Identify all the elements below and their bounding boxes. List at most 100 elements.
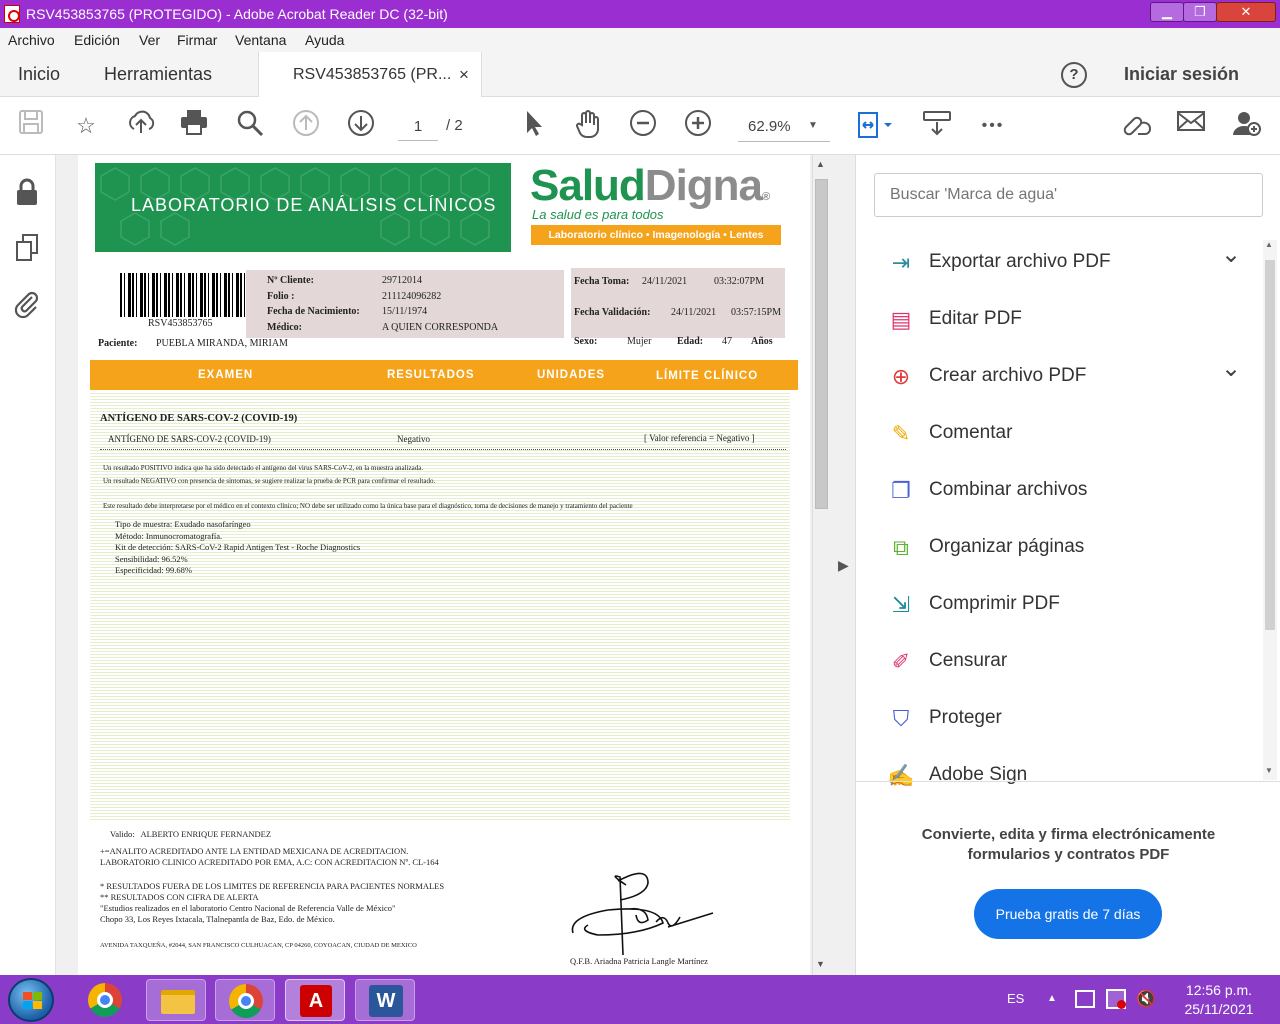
chevron-down-icon[interactable]: ⌄: [1221, 354, 1241, 383]
attachment-icon[interactable]: [14, 289, 40, 324]
collapse-right-panel-icon[interactable]: ▶: [838, 557, 849, 574]
tool-comment[interactable]: ✎ Comentar: [886, 409, 1246, 459]
tab-close-icon[interactable]: ×: [459, 52, 469, 97]
menu-edicion[interactable]: Edición: [74, 32, 120, 48]
tab-document[interactable]: RSV453853765 (PR... ×: [258, 52, 482, 98]
scroll-thumb[interactable]: [1265, 260, 1275, 630]
menu-ver[interactable]: Ver: [139, 32, 160, 48]
tools-pane: ⇥ Exportar archivo PDF ⌄ ▤ Editar PDF ⊕ Crear …: [855, 155, 1280, 975]
hora-validacion-value: 03:57:15PM: [731, 307, 782, 318]
taskbar-acrobat[interactable]: A: [285, 979, 345, 1021]
hand-tool-icon[interactable]: [571, 109, 605, 143]
comment-icon: ✎: [891, 421, 911, 446]
taskbar-chrome-2[interactable]: [215, 979, 275, 1021]
scroll-up-icon[interactable]: ▲: [1265, 240, 1273, 249]
tool-label: Proteger: [929, 707, 1002, 728]
bookmark-star-icon[interactable]: ☆: [69, 109, 103, 143]
tools-scrollbar[interactable]: ▲ ▼: [1263, 240, 1277, 780]
share-link-icon[interactable]: [1119, 109, 1153, 143]
barcode-number: RSV453853765: [148, 318, 213, 329]
document-scrollbar[interactable]: ▲ ▼: [812, 155, 830, 975]
tool-label: Exportar archivo PDF: [929, 251, 1111, 272]
fecha-toma-label: Fecha Toma:: [574, 276, 630, 287]
prev-page-icon[interactable]: [289, 109, 323, 143]
free-trial-button[interactable]: Prueba gratis de 7 días: [974, 889, 1162, 939]
tool-protect[interactable]: ⛉ Proteger: [886, 694, 1246, 744]
acrobat-app-icon: [4, 5, 20, 23]
taskbar-chrome[interactable]: [76, 979, 136, 1021]
tab-inicio[interactable]: Inicio: [18, 52, 60, 97]
start-button[interactable]: [8, 978, 54, 1022]
window-title: RSV453853765 (PROTEGIDO) - Adobe Acrobat…: [26, 6, 448, 22]
scroll-down-icon[interactable]: ▼: [816, 959, 825, 969]
tool-export-pdf[interactable]: ⇥ Exportar archivo PDF ⌄: [886, 238, 1246, 288]
menu-archivo[interactable]: Archivo: [8, 32, 55, 48]
patient-labels: Nº Cliente: Folio : Fecha de Nacimiento: Mé…: [267, 275, 360, 333]
menu-ventana[interactable]: Ventana: [235, 32, 286, 48]
tab-herramientas[interactable]: Herramientas: [104, 52, 212, 97]
zoom-out-icon[interactable]: [626, 109, 660, 143]
results-area: [90, 391, 790, 821]
pdf-page[interactable]: LABORATORIO DE ANÁLISIS CLÍNICOS SaludDi…: [78, 155, 810, 975]
menu-firmar[interactable]: Firmar: [177, 32, 217, 48]
lock-icon[interactable]: [14, 177, 40, 212]
tool-label: Comprimir PDF: [929, 593, 1060, 614]
tab-document-label: RSV453853765 (PR...: [293, 66, 452, 83]
email-icon[interactable]: [1174, 109, 1208, 143]
taskbar-word[interactable]: W: [355, 979, 415, 1021]
zoom-select[interactable]: 62.9% ▼: [738, 112, 830, 142]
search-icon[interactable]: [233, 109, 267, 143]
lab-address: AVENIDA TAXQUEÑA, #2044, SAN FRANCISCO C…: [100, 942, 417, 949]
signer-name: Q.F.B. Ariadna Patricia Langle Martínez: [570, 956, 708, 966]
save-icon[interactable]: [14, 109, 48, 143]
pages-thumbnail-icon[interactable]: [14, 233, 40, 268]
chevron-down-icon[interactable]: ⌄: [1221, 240, 1241, 269]
zoom-in-icon[interactable]: [681, 109, 715, 143]
scroll-thumb[interactable]: [815, 179, 828, 509]
tool-compress[interactable]: ⇲ Comprimir PDF: [886, 580, 1246, 630]
upload-cloud-icon[interactable]: [124, 109, 158, 143]
page-number-input[interactable]: [398, 113, 438, 141]
signature-image: [571, 872, 714, 956]
tool-create-pdf[interactable]: ⊕ Crear archivo PDF ⌄: [886, 352, 1246, 402]
tool-edit-pdf[interactable]: ▤ Editar PDF: [886, 295, 1246, 345]
volume-muted-icon[interactable]: 🔇: [1136, 989, 1156, 1009]
tool-redact[interactable]: ✐ Censurar: [886, 637, 1246, 687]
signin-link[interactable]: Iniciar sesión: [1124, 64, 1239, 85]
print-icon[interactable]: [177, 109, 211, 143]
tool-organize[interactable]: ⧉ Organizar páginas: [886, 523, 1246, 573]
restore-button[interactable]: ❐: [1183, 2, 1217, 22]
clock-date: 25/11/2021: [1184, 1001, 1254, 1017]
patient-values: 29712014 211124096282 15/11/1974 A QUIEN CO…: [382, 275, 499, 333]
more-tools-icon[interactable]: •••: [976, 109, 1010, 143]
windows-taskbar: A W ES ▲ 🔇 12:56 p.m. 25/11/2021: [0, 975, 1280, 1024]
adobe-sign-icon: ✍: [887, 763, 915, 788]
sexo-label: Sexo:: [574, 336, 598, 347]
scroll-up-icon[interactable]: ▲: [816, 159, 825, 169]
hora-toma-value: 03:32:07PM: [714, 276, 765, 287]
select-cursor-icon[interactable]: [516, 109, 550, 143]
exam-reference: [ Valor referencia = Negativo ]: [644, 433, 755, 443]
tool-adobe-sign[interactable]: ✍ Adobe Sign: [886, 751, 1246, 801]
footnotes: * RESULTADOS FUERA DE LOS LIMITES DE REF…: [100, 881, 445, 924]
accreditation: +=ANALITO ACREDITADO ANTE LA ENTIDAD MEX…: [100, 846, 439, 867]
show-hidden-icons[interactable]: ▲: [1047, 993, 1057, 1004]
protect-icon: ⛉: [892, 706, 910, 731]
tools-search-input[interactable]: [874, 173, 1263, 217]
scroll-down-icon[interactable]: ▼: [1265, 766, 1273, 775]
scroll-mode-icon[interactable]: [920, 109, 954, 143]
action-center-icon[interactable]: [1075, 990, 1095, 1008]
help-icon[interactable]: ?: [1061, 62, 1087, 88]
add-user-icon[interactable]: [1229, 109, 1263, 143]
clock[interactable]: 12:56 p.m. 25/11/2021: [1173, 981, 1265, 1019]
close-window-button[interactable]: ✕: [1216, 2, 1276, 22]
taskbar-file-explorer[interactable]: [146, 979, 206, 1021]
edad-value: 47: [722, 336, 732, 347]
tool-combine[interactable]: ❐ Combinar archivos: [886, 466, 1246, 516]
fit-page-icon[interactable]: [851, 109, 897, 143]
menu-ayuda[interactable]: Ayuda: [305, 32, 344, 48]
minimize-button[interactable]: ▁: [1150, 2, 1184, 22]
language-indicator[interactable]: ES: [1007, 991, 1024, 1006]
network-icon[interactable]: [1106, 989, 1126, 1009]
next-page-icon[interactable]: [344, 109, 378, 143]
